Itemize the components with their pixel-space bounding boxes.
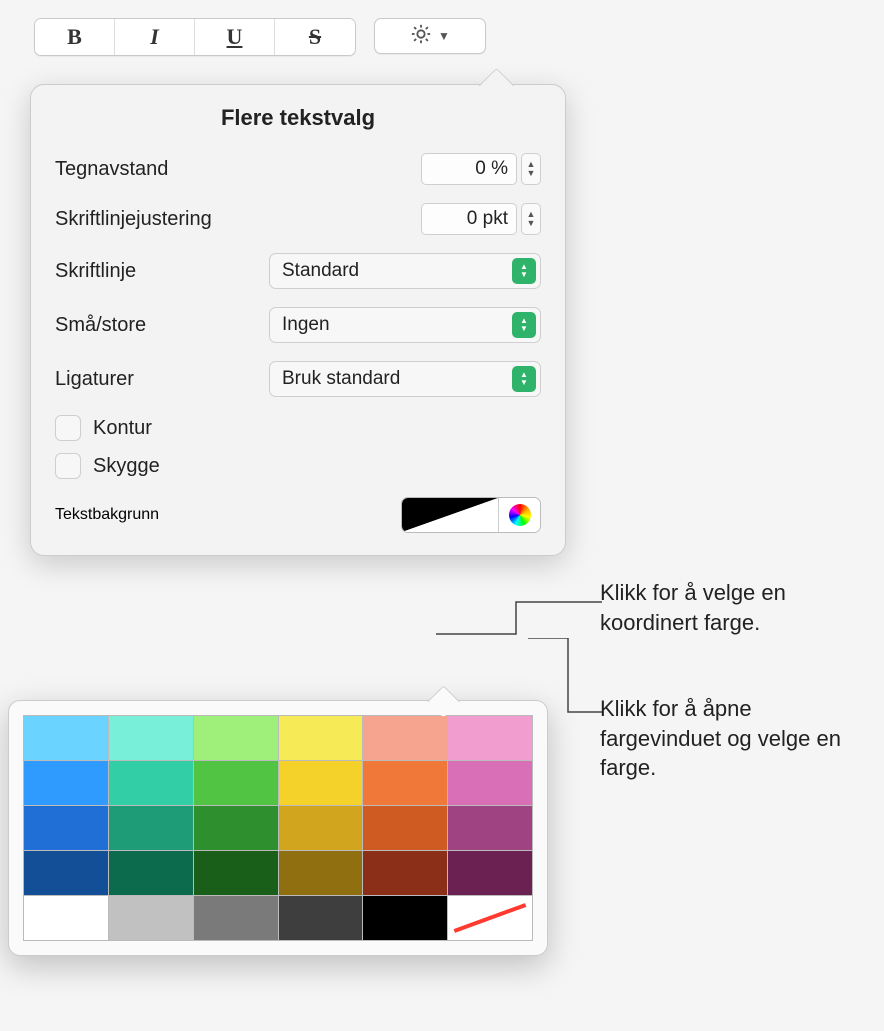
color-swatch[interactable] [279,806,363,850]
color-swatch[interactable] [109,896,193,940]
more-text-options-popover: Flere tekstvalg Tegnavstand ▲▼ Skriftlin… [30,84,566,556]
baseline-shift-input[interactable] [421,203,517,235]
updown-arrows-icon: ▲▼ [512,312,536,338]
color-swatch[interactable] [448,806,532,850]
color-swatch[interactable] [194,806,278,850]
character-spacing-label: Tegnavstand [55,158,168,181]
character-spacing-stepper: ▲▼ [421,153,541,185]
outline-label: Kontur [93,417,152,440]
color-wheel-icon [509,504,531,526]
color-swatch[interactable] [109,716,193,760]
color-swatch[interactable] [363,851,447,895]
bold-button[interactable]: B [35,19,115,55]
baseline-shift-stepper-arrows[interactable]: ▲▼ [521,203,541,235]
color-picker-button[interactable] [498,498,540,532]
color-swatch[interactable] [194,851,278,895]
underline-button[interactable]: U [195,19,275,55]
color-swatch[interactable] [448,851,532,895]
shadow-checkbox[interactable] [55,453,81,479]
gear-icon [410,23,432,50]
capitalization-dropdown-value: Ingen [282,314,330,336]
style-segmented-control: B I U S [34,18,356,56]
character-spacing-stepper-arrows[interactable]: ▲▼ [521,153,541,185]
color-swatch[interactable] [363,716,447,760]
color-swatch-popover [8,700,548,956]
capitalization-label: Små/store [55,314,146,337]
color-swatch[interactable] [363,806,447,850]
text-style-toolbar: B I U S ▼ [30,12,566,66]
color-swatch[interactable] [109,761,193,805]
character-spacing-input[interactable] [421,153,517,185]
text-background-label: Tekstbakgrunn [55,506,159,524]
color-swatch[interactable] [363,896,447,940]
color-swatch[interactable] [448,761,532,805]
color-swatch[interactable] [279,716,363,760]
shadow-label: Skygge [93,455,160,478]
baseline-dropdown[interactable]: Standard ▲▼ [269,253,541,289]
outline-checkbox[interactable] [55,415,81,441]
color-swatch[interactable] [109,851,193,895]
chevron-down-icon: ▼ [438,29,450,43]
baseline-dropdown-value: Standard [282,260,359,282]
baseline-shift-label: Skriftlinjejustering [55,208,212,231]
ligatures-label: Ligaturer [55,368,134,391]
color-swatch[interactable] [24,896,108,940]
more-options-button[interactable]: ▼ [374,18,486,54]
color-swatch[interactable] [448,896,532,940]
callout-coordinated-color: Klikk for å velge en koordinert farge. [600,578,860,637]
ligatures-dropdown[interactable]: Bruk standard ▲▼ [269,361,541,397]
updown-arrows-icon: ▲▼ [512,258,536,284]
coordinated-color-well[interactable] [402,498,498,532]
baseline-label: Skriftlinje [55,260,136,283]
color-swatch[interactable] [279,761,363,805]
color-swatch[interactable] [24,716,108,760]
popover-title: Flere tekstvalg [55,105,541,131]
color-swatch[interactable] [194,716,278,760]
italic-button[interactable]: I [115,19,195,55]
text-background-color-wells [401,497,541,533]
color-swatch[interactable] [194,896,278,940]
color-swatch[interactable] [24,761,108,805]
baseline-shift-stepper: ▲▼ [421,203,541,235]
color-swatch[interactable] [279,896,363,940]
color-swatch[interactable] [24,806,108,850]
color-swatch[interactable] [279,851,363,895]
strikethrough-button[interactable]: S [275,19,355,55]
ligatures-dropdown-value: Bruk standard [282,368,400,390]
updown-arrows-icon: ▲▼ [512,366,536,392]
color-swatch[interactable] [448,716,532,760]
color-swatch[interactable] [194,761,278,805]
callout-color-window: Klikk for å åpne fargevinduet og velge e… [600,694,860,783]
color-swatch[interactable] [109,806,193,850]
color-swatch[interactable] [24,851,108,895]
color-swatch[interactable] [363,761,447,805]
capitalization-dropdown[interactable]: Ingen ▲▼ [269,307,541,343]
color-swatch-grid [23,715,533,941]
